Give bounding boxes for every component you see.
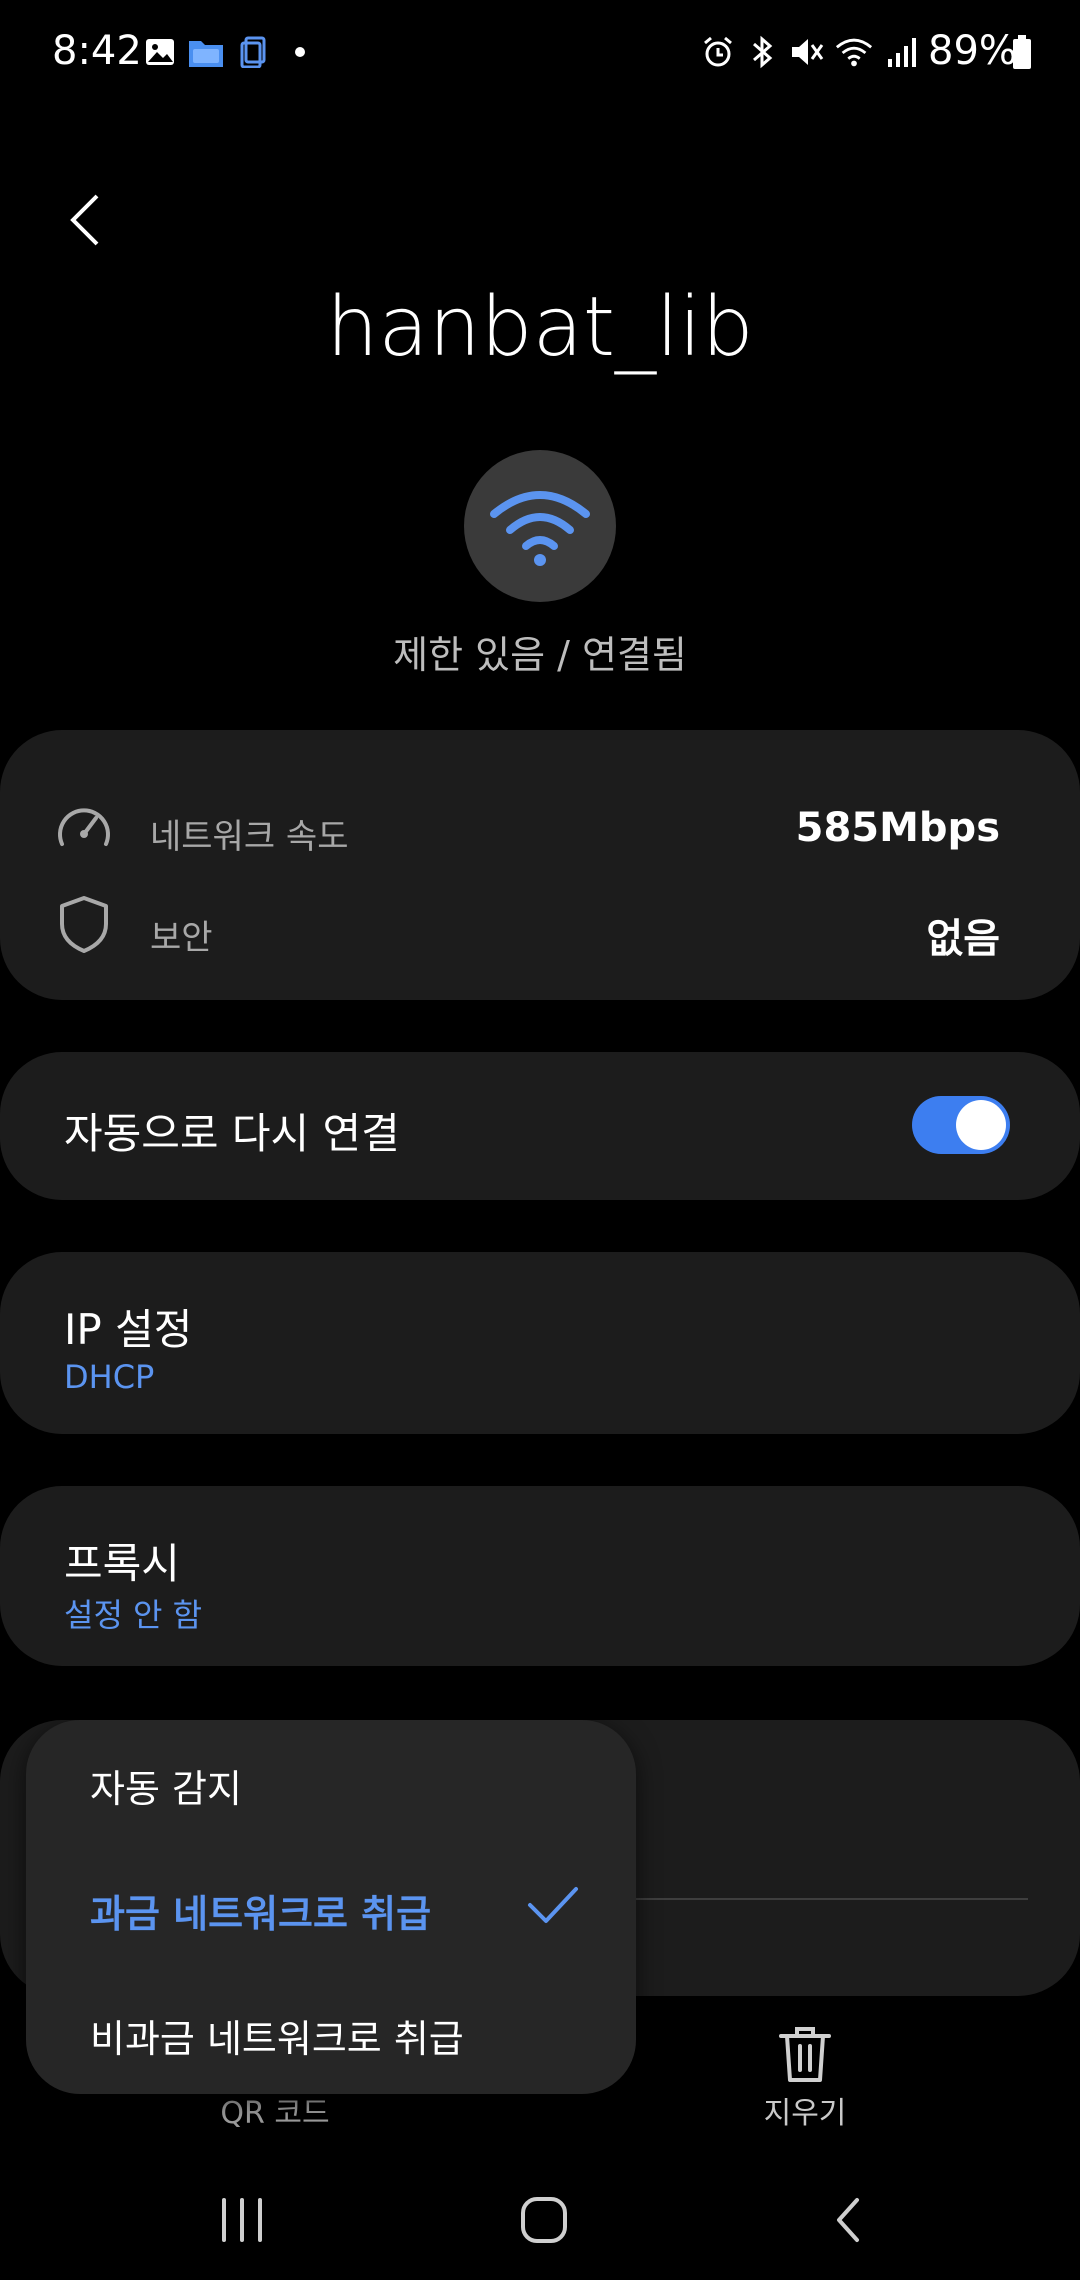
status-time: 8:42 bbox=[52, 28, 142, 74]
dropdown-option-label: 자동 감지 bbox=[90, 1767, 242, 1811]
trash-icon bbox=[779, 2027, 831, 2082]
ip-settings-row[interactable]: IP 설정 DHCP bbox=[0, 1252, 1080, 1434]
home-button[interactable] bbox=[474, 2160, 614, 2280]
nav-back-button[interactable] bbox=[778, 2160, 918, 2280]
dropdown-option-auto-detect[interactable]: 자동 감지 bbox=[26, 1720, 636, 1844]
recent-apps-icon bbox=[222, 2198, 262, 2242]
proxy-title: 프록시 bbox=[64, 1539, 180, 1588]
delete-label: 지우기 bbox=[763, 2096, 847, 2131]
network-speed-label: 네트워크 속도 bbox=[150, 817, 349, 857]
network-info-card: 네트워크 속도 585Mbps 보안 없음 bbox=[0, 730, 1080, 1000]
wifi-icon bbox=[490, 491, 590, 566]
nav-back-icon bbox=[837, 2198, 859, 2242]
bluetooth-icon bbox=[742, 30, 782, 74]
checkmark-icon bbox=[528, 1887, 578, 1923]
toggle-knob bbox=[956, 1100, 1006, 1150]
metered-dropdown-menu: 자동 감지 과금 네트워크로 취급 비과금 네트워크로 취급 bbox=[26, 1720, 636, 2094]
network-name-title: hanbat_lib bbox=[326, 280, 754, 375]
mute-icon bbox=[786, 30, 826, 74]
ip-settings-title: IP 설정 bbox=[64, 1305, 193, 1354]
battery-icon bbox=[1002, 30, 1042, 74]
system-nav-bar bbox=[0, 2160, 1080, 2280]
ip-settings-value: DHCP bbox=[64, 1358, 155, 1396]
more-notifications-dot-icon bbox=[280, 30, 320, 74]
dropdown-option-metered[interactable]: 과금 네트워크로 취급 bbox=[26, 1845, 636, 1969]
home-icon bbox=[521, 2197, 567, 2243]
file-manager-notification-icon bbox=[186, 30, 226, 74]
security-value: 없음 bbox=[926, 916, 1000, 962]
status-bar: 8:42 89% bbox=[0, 0, 1080, 110]
wifi-status-icon bbox=[834, 30, 874, 74]
security-label: 보안 bbox=[150, 918, 213, 958]
clipboard-notification-icon bbox=[234, 30, 274, 74]
connection-status: 제한 있음 / 연결됨 bbox=[393, 633, 687, 677]
recent-apps-button[interactable] bbox=[172, 2160, 312, 2280]
wifi-icon-badge bbox=[464, 450, 616, 602]
network-speed-value: 585Mbps bbox=[795, 805, 1000, 851]
security-row: 보안 없음 bbox=[0, 876, 1080, 976]
auto-reconnect-row[interactable]: 자동으로 다시 연결 bbox=[0, 1052, 1080, 1200]
dropdown-option-label-selected: 과금 네트워크로 취급 bbox=[90, 1892, 432, 1936]
dropdown-option-unmetered[interactable]: 비과금 네트워크로 취급 bbox=[26, 1970, 636, 2094]
back-arrow-icon bbox=[70, 194, 99, 246]
divider bbox=[630, 1898, 1028, 1900]
proxy-value: 설정 안 함 bbox=[64, 1596, 203, 1634]
auto-reconnect-label: 자동으로 다시 연결 bbox=[64, 1109, 400, 1158]
gallery-notification-icon bbox=[140, 30, 180, 74]
proxy-row[interactable]: 프록시 설정 안 함 bbox=[0, 1486, 1080, 1666]
delete-button[interactable]: 지우기 bbox=[740, 2016, 870, 2136]
shield-icon bbox=[52, 892, 116, 956]
cellular-signal-icon bbox=[882, 30, 922, 74]
dropdown-option-label: 비과금 네트워크로 취급 bbox=[90, 2017, 464, 2061]
network-speed-row: 네트워크 속도 585Mbps bbox=[0, 775, 1080, 875]
alarm-icon bbox=[698, 30, 738, 74]
back-button[interactable] bbox=[50, 180, 120, 260]
speedometer-icon bbox=[52, 793, 116, 857]
auto-reconnect-toggle[interactable] bbox=[912, 1096, 1010, 1154]
qr-code-button[interactable]: QR 코드 bbox=[170, 2088, 380, 2132]
